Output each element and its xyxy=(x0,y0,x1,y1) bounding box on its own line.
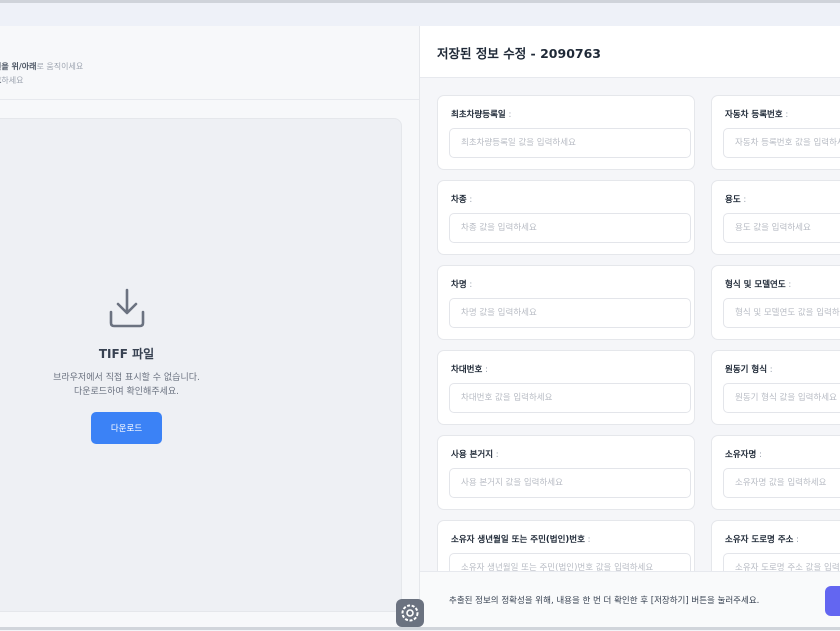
field-input[interactable]: 소유자명 값을 입력하세요 xyxy=(723,468,840,498)
field-label-text: 소유자명 xyxy=(725,450,757,460)
save-button[interactable] xyxy=(825,586,840,616)
settings-button[interactable] xyxy=(396,599,424,627)
field-label-separator: : xyxy=(785,280,792,290)
field-label: 형식 및 모델연도 : xyxy=(725,278,791,290)
field-label-text: 차대번호 xyxy=(451,365,483,375)
field-label-text: 형식 및 모델연도 xyxy=(725,280,786,290)
description-line-2: 다운로드하여 확인해주세요. xyxy=(73,387,180,397)
file-type-description: 브라우저에서 직접 표시할 수 없습니다. 다운로드하여 확인해주세요. xyxy=(0,371,253,399)
field-input[interactable]: 사용 본거지 값을 입력하세요 xyxy=(449,468,691,498)
form-field-card: 사용 본거지 : 사용 본거지 값을 입력하세요 xyxy=(437,435,695,510)
field-label-text: 사용 본거지 xyxy=(451,450,494,460)
file-preview-area xyxy=(0,118,402,612)
usage-hint: 월을 위/아래로 움직이세요 그하세요 xyxy=(0,60,83,88)
field-label-separator: : xyxy=(466,280,473,290)
field-label-separator: : xyxy=(793,535,800,545)
window-top-bar xyxy=(0,0,840,26)
hint-text-2: 하세요 xyxy=(1,76,24,85)
gear-icon xyxy=(401,604,419,622)
field-label-text: 자동차 등록번호 xyxy=(725,110,783,120)
field-label-separator: : xyxy=(493,450,499,460)
field-input[interactable]: 최초차량등록일 값을 입력하세요 xyxy=(449,128,691,158)
field-label-text: 소유자 도로명 주소 xyxy=(725,535,794,545)
form-field-card: 차대번호 : 차대번호 값을 입력하세요 xyxy=(437,350,695,425)
file-type-title: TIFF 파일 xyxy=(98,347,155,361)
edit-form-panel: 저장된 정보 수정 - 2090763 최초차량등록일 : 최초차량등록일 값을 … xyxy=(420,26,840,630)
field-label-separator: : xyxy=(782,110,789,120)
footer-notice: 추출된 정보의 정확성을 위해, 내용을 한 번 더 확인한 후 [저장하기] … xyxy=(449,596,760,606)
field-label-separator: : xyxy=(584,535,591,545)
field-label: 사용 본거지 : xyxy=(451,448,499,460)
field-label-text: 소유자 생년월일 또는 주민(법인)번호 xyxy=(451,535,585,545)
divider xyxy=(0,99,419,100)
form-field-card: 용도 : 용도 값을 입력하세요 xyxy=(711,180,840,255)
field-label-text: 원동기 형식 xyxy=(725,365,768,375)
field-input[interactable]: 차대번호 값을 입력하세요 xyxy=(449,383,691,413)
download-button[interactable]: 다운로드 xyxy=(91,412,162,444)
form-field-card: 원동기 형식 : 원동기 형식 값을 입력하세요 xyxy=(711,350,840,425)
field-input[interactable]: 자동차 등록번호 값을 입력하세요 xyxy=(723,128,840,158)
field-label-text: 최초차량등록일 xyxy=(451,110,506,120)
form-field-card: 형식 및 모델연도 : 형식 및 모델연도 값을 입력하세요 xyxy=(711,265,840,340)
field-input[interactable]: 형식 및 모델연도 값을 입력하세요 xyxy=(723,298,840,328)
form-field-card: 소유자명 : 소유자명 값을 입력하세요 xyxy=(711,435,840,510)
field-label-text: 용도 xyxy=(725,195,741,205)
field-label: 자동차 등록번호 : xyxy=(725,108,788,120)
field-input[interactable]: 차종 값을 입력하세요 xyxy=(449,213,691,243)
field-label-separator: : xyxy=(767,365,773,375)
form-field-card: 차종 : 차종 값을 입력하세요 xyxy=(437,180,695,255)
download-icon xyxy=(109,288,145,328)
field-input[interactable]: 차명 값을 입력하세요 xyxy=(449,298,691,328)
field-input[interactable]: 원동기 형식 값을 입력하세요 xyxy=(723,383,840,413)
field-label: 용도 : xyxy=(725,193,746,205)
form-footer: 추출된 정보의 정확성을 위해, 내용을 한 번 더 확인한 후 [저장하기] … xyxy=(420,571,840,630)
field-label: 차종 : xyxy=(451,193,472,205)
form-header: 저장된 정보 수정 - 2090763 xyxy=(420,26,840,78)
field-label: 차대번호 : xyxy=(451,363,488,375)
field-label: 원동기 형식 : xyxy=(725,363,773,375)
field-label-text: 차종 xyxy=(451,195,467,205)
field-label: 차명 : xyxy=(451,278,472,290)
page-title: 저장된 정보 수정 - 2090763 xyxy=(437,46,601,61)
form-field-card: 차명 : 차명 값을 입력하세요 xyxy=(437,265,695,340)
field-label-separator: : xyxy=(466,195,473,205)
field-label: 소유자 생년월일 또는 주민(법인)번호 : xyxy=(451,533,591,545)
field-label-separator: : xyxy=(740,195,747,205)
field-label: 소유자 도로명 주소 : xyxy=(725,533,799,545)
field-label: 최초차량등록일 : xyxy=(451,108,511,120)
field-label-separator: : xyxy=(505,110,512,120)
hint-bold-1: 월을 위/아래 xyxy=(0,62,37,71)
field-label-separator: : xyxy=(482,365,488,375)
form-field-card: 최초차량등록일 : 최초차량등록일 값을 입력하세요 xyxy=(437,95,695,170)
hint-text-1: 로 움직이세요 xyxy=(36,62,84,71)
field-label-text: 차명 xyxy=(451,280,467,290)
form-field-card: 자동차 등록번호 : 자동차 등록번호 값을 입력하세요 xyxy=(711,95,840,170)
description-line-1: 브라우저에서 직접 표시할 수 없습니다. xyxy=(53,373,200,383)
field-label-separator: : xyxy=(756,450,762,460)
field-input[interactable]: 용도 값을 입력하세요 xyxy=(723,213,840,243)
document-viewer-panel: 월을 위/아래로 움직이세요 그하세요 xyxy=(0,26,420,630)
field-label: 소유자명 : xyxy=(725,448,762,460)
